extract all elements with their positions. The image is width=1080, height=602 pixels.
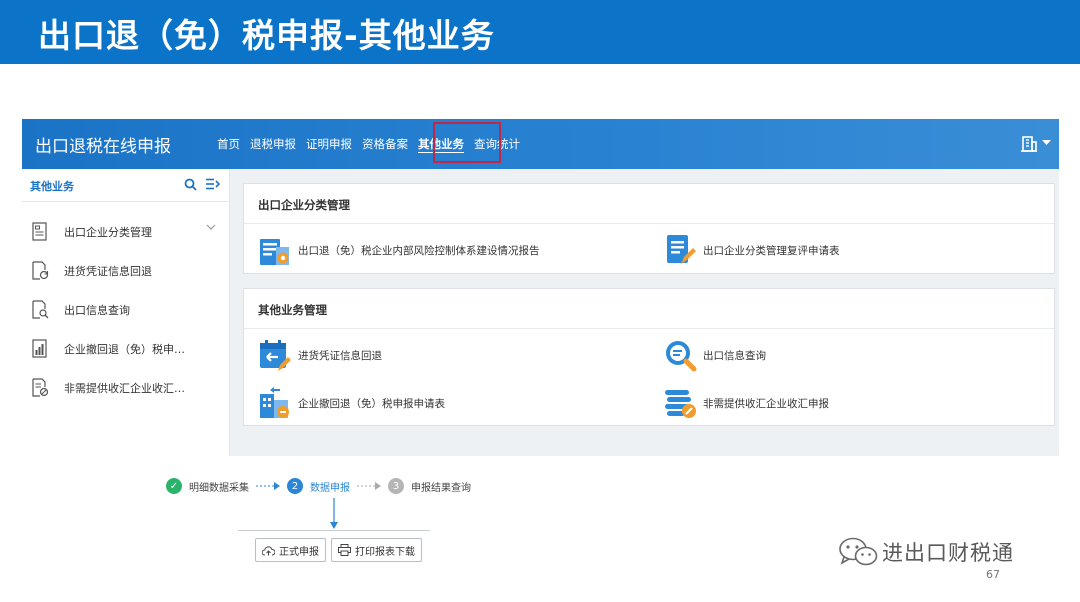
item-label: 出口信息查询 [703,349,766,362]
sidebar-item-label: 进货凭证信息回退 [64,265,152,278]
print-download-button[interactable]: 打印报表下载 [331,538,422,562]
chevron-down-icon[interactable] [206,224,216,231]
slide-header: 出口退（免）税申报-其他业务 [0,0,1080,64]
sidebar-item-label: 企业撤回退（免）税申… [64,343,185,356]
sidebar-item-label: 出口企业分类管理 [64,226,152,239]
sidebar-item-collection[interactable]: 非需提供收汇企业收汇… [22,369,230,407]
step-number-badge: 2 [287,478,303,494]
item-label: 进货凭证信息回退 [298,349,382,362]
sidebar-item-label: 出口信息查询 [64,304,130,317]
risk-report-item[interactable]: 出口退（免）税企业内部风险控制体系建设情况报告 [258,231,540,269]
card-header: 其他业务管理 [244,289,1054,329]
step-label: 申报结果查询 [411,482,471,494]
item-label: 企业撤回退（免）税申报申请表 [298,397,445,410]
sidebar-item-label: 非需提供收汇企业收汇… [64,382,185,395]
step-label: 明细数据采集 [189,482,249,494]
document-chart-icon [32,339,47,358]
step-data-collection[interactable]: ✓ 明细数据采集 [166,478,249,494]
step-number-badge: 3 [388,478,404,494]
nav-certificate[interactable]: 证明申报 [303,119,355,169]
dashed-arrow-icon [357,482,381,490]
collection-declaration-item[interactable]: 非需提供收汇企业收汇申报 [663,384,829,422]
enterprise-withdraw-icon [260,387,289,418]
user-menu[interactable] [1021,134,1051,152]
item-label: 非需提供收汇企业收汇申报 [703,397,829,410]
reassessment-form-item[interactable]: 出口企业分类管理复评申请表 [663,231,840,269]
nav-highlight-box [433,122,501,163]
item-label: 出口退（免）税企业内部风险控制体系建设情况报告 [298,244,540,257]
card-classification-management: 出口企业分类管理 出口退（免）税企业内部风险控制体系建设情况报告 出口企业分类管… [243,183,1055,274]
voucher-rollback-item[interactable]: 进货凭证信息回退 [258,336,382,374]
sidebar-item-classification[interactable]: 出口企业分类管理 [22,213,230,251]
step-data-declaration[interactable]: 2 数据申报 [287,478,350,494]
wechat-watermark: 进出口财税通 [838,537,1014,567]
form-edit-icon [667,235,696,264]
process-steps: ✓ 明细数据采集 2 数据申报 3 申报结果查询 [166,476,471,496]
divider [238,530,430,531]
step-result-query[interactable]: 3 申报结果查询 [388,478,471,494]
collapse-menu-icon[interactable] [206,178,220,190]
page-number: 67 [986,568,1000,581]
document-search-icon [32,300,49,319]
risk-report-icon [260,239,289,265]
slide-title: 出口退（免）税申报-其他业务 [38,16,495,55]
sidebar-item-withdraw[interactable]: 企业撤回退（免）税申… [22,330,230,368]
document-cancel-icon [32,378,49,397]
nav-tax-refund[interactable]: 退税申报 [247,119,299,169]
app-window: 出口退税在线申报 首页 退税申报 证明申报 资格备案 其他业务 查询统计 其他业… [22,119,1059,456]
card-title: 其他业务管理 [258,303,327,317]
formal-declare-button[interactable]: 正式申报 [255,538,326,562]
export-query-item[interactable]: 出口信息查询 [663,336,766,374]
step-label: 数据申报 [310,482,350,494]
button-label: 正式申报 [279,546,319,558]
caret-down-icon [1042,140,1051,145]
calendar-return-icon [260,340,291,371]
card-header: 出口企业分类管理 [244,184,1054,224]
cloud-upload-icon [262,545,275,555]
app-title: 出口退税在线申报 [35,137,171,157]
button-label: 打印报表下载 [355,546,415,558]
item-label: 出口企业分类管理复评申请表 [703,244,840,257]
sidebar-item-export-query[interactable]: 出口信息查询 [22,291,230,329]
nav-qualification[interactable]: 资格备案 [359,119,411,169]
document-refresh-icon [32,261,49,280]
document-list-icon [32,222,47,241]
withdraw-declaration-item[interactable]: 企业撤回退（免）税申报申请表 [258,384,445,422]
search-icon[interactable] [184,178,197,191]
printer-icon [338,544,351,556]
building-icon [1021,136,1037,152]
sidebar: 其他业务 出口企业分类管理 进货凭证信息回退 出口信息查询 企业撤回退（免）税申… [22,169,230,456]
card-title: 出口企业分类管理 [258,198,350,212]
down-arrow-icon [330,498,338,529]
card-other-business-management: 其他业务管理 进货凭证信息回退 出口信息查询 企业撤回退（免）税申报申请表 非需… [243,288,1055,426]
wechat-icon [839,537,878,566]
magnifier-icon [666,341,697,372]
dashed-arrow-icon [256,482,280,490]
sidebar-title: 其他业务 [30,180,74,193]
watermark-text: 进出口财税通 [882,541,1014,565]
coin-stack-icon [665,390,696,418]
check-icon: ✓ [166,478,182,494]
nav-home[interactable]: 首页 [214,119,243,169]
sidebar-item-voucher-rollback[interactable]: 进货凭证信息回退 [22,252,230,290]
top-navbar: 出口退税在线申报 首页 退税申报 证明申报 资格备案 其他业务 查询统计 [22,119,1059,169]
sidebar-header: 其他业务 [22,169,230,202]
